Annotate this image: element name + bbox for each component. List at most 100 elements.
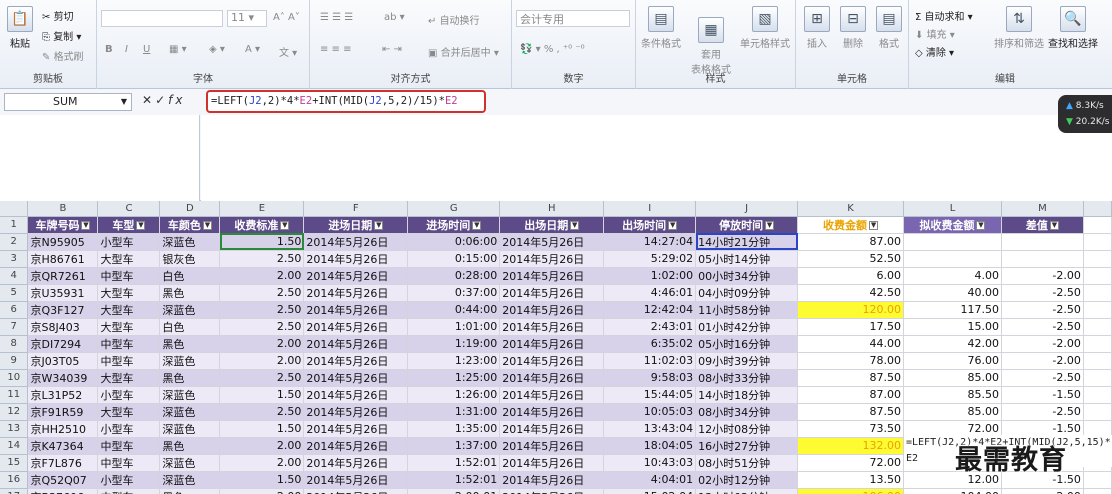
cell-c[interactable]: 大型车 xyxy=(97,284,161,302)
cell-k[interactable]: 13.50 xyxy=(797,471,905,489)
cell-d[interactable]: 黑色 xyxy=(159,437,221,455)
cell-e[interactable]: 1.50 xyxy=(219,471,305,489)
cell-k[interactable]: 72.00 xyxy=(797,454,905,472)
number-format-select[interactable]: 会计专用 xyxy=(516,10,630,27)
cell-d[interactable]: 深蓝色 xyxy=(159,352,221,370)
column-header-c[interactable]: C xyxy=(97,201,161,217)
cell-c[interactable]: 大型车 xyxy=(97,301,161,319)
cell-g[interactable]: 0:15:00 xyxy=(407,250,501,268)
cell-b[interactable]: 京S8J403 xyxy=(27,318,99,336)
cell-j[interactable]: 08小时51分钟 xyxy=(695,454,799,472)
cell-j[interactable]: 04小时09分钟 xyxy=(695,284,799,302)
row-header[interactable]: 6 xyxy=(0,301,29,319)
cell-c[interactable]: 中型车 xyxy=(97,488,161,494)
row-header[interactable]: 9 xyxy=(0,352,29,370)
cell-d[interactable]: 白色 xyxy=(159,318,221,336)
cell-k[interactable]: 78.00 xyxy=(797,352,905,370)
cell-e[interactable]: 2.50 xyxy=(219,284,305,302)
cell-f[interactable]: 2014年5月26日 xyxy=(303,233,409,251)
cell-i[interactable]: 15:02:04 xyxy=(603,488,697,494)
header-cell[interactable]: 出场日期 ▼ xyxy=(499,216,605,234)
cell-e[interactable]: 2.50 xyxy=(219,403,305,421)
cell-j[interactable]: 08小时33分钟 xyxy=(695,369,799,387)
cell-j[interactable]: 12小时08分钟 xyxy=(695,420,799,438)
cell-b[interactable]: 京W34039 xyxy=(27,369,99,387)
cell-i[interactable]: 18:04:05 xyxy=(603,437,697,455)
cell-c[interactable]: 中型车 xyxy=(97,437,161,455)
header-cell[interactable]: 进场时间 ▼ xyxy=(407,216,501,234)
cell-f[interactable]: 2014年5月26日 xyxy=(303,403,409,421)
cell-j[interactable]: 05小时16分钟 xyxy=(695,335,799,353)
wrap-text-button[interactable]: ↵ 自动换行 xyxy=(428,12,480,27)
name-box[interactable]: SUM ▼ xyxy=(4,93,132,111)
cell-j[interactable]: 16小时27分钟 xyxy=(695,437,799,455)
cell-g[interactable]: 1:26:00 xyxy=(407,386,501,404)
cell-k[interactable]: 73.50 xyxy=(797,420,905,438)
chevron-down-icon[interactable]: ▼ xyxy=(121,94,127,110)
cell-f[interactable]: 2014年5月26日 xyxy=(303,386,409,404)
filter-dropdown-icon[interactable]: ▼ xyxy=(202,221,212,230)
orientation-icon[interactable]: ab ▾ xyxy=(384,12,405,23)
column-header-d[interactable]: D xyxy=(159,201,221,217)
cell-f[interactable]: 2014年5月26日 xyxy=(303,437,409,455)
italic-button[interactable]: I xyxy=(125,44,128,55)
cell-f[interactable]: 2014年5月26日 xyxy=(303,318,409,336)
row-header[interactable]: 14 xyxy=(0,437,29,455)
filter-dropdown-icon[interactable]: ▼ xyxy=(136,221,146,230)
cell-g[interactable]: 1:52:01 xyxy=(407,454,501,472)
row-header[interactable]: 10 xyxy=(0,369,29,387)
cell-k[interactable]: 87.00 xyxy=(797,233,905,251)
cell-f[interactable]: 2014年5月26日 xyxy=(303,267,409,285)
find-select-button[interactable]: 🔍 查找和选择 xyxy=(1045,6,1101,50)
cell-d[interactable]: 黑色 xyxy=(159,284,221,302)
cell-b[interactable]: 京K47364 xyxy=(27,437,99,455)
cell-b[interactable]: 京Q52Q07 xyxy=(27,471,99,489)
row-header[interactable]: 8 xyxy=(0,335,29,353)
cell-f[interactable]: 2014年5月26日 xyxy=(303,250,409,268)
cell-k[interactable]: 17.50 xyxy=(797,318,905,336)
cell-c[interactable]: 大型车 xyxy=(97,369,161,387)
cell-m[interactable]: -1.50 xyxy=(1001,386,1084,404)
cell-e[interactable]: 2.00 xyxy=(219,267,305,285)
bold-button[interactable]: B xyxy=(105,44,113,55)
cell-j[interactable]: 01小时42分钟 xyxy=(695,318,799,336)
cell-b[interactable]: 京U35931 xyxy=(27,284,99,302)
align-top-icon[interactable]: ☰ ☰ ☰ xyxy=(320,12,353,23)
select-all-corner[interactable] xyxy=(0,201,29,217)
filter-dropdown-icon[interactable]: ▼ xyxy=(570,221,580,230)
cell-g[interactable]: 1:52:01 xyxy=(407,471,501,489)
cell-g[interactable]: 1:25:00 xyxy=(407,369,501,387)
header-cell[interactable]: 进场日期 ▼ xyxy=(303,216,409,234)
cell-i[interactable]: 6:35:02 xyxy=(603,335,697,353)
cell-g[interactable]: 1:35:00 xyxy=(407,420,501,438)
column-header-m[interactable]: M xyxy=(1001,201,1084,217)
cell-j[interactable]: 08小时34分钟 xyxy=(695,403,799,421)
cell-k[interactable]: 6.00 xyxy=(797,267,905,285)
cell-f[interactable]: 2014年5月26日 xyxy=(303,488,409,494)
cell-g[interactable]: 1:19:00 xyxy=(407,335,501,353)
row-header[interactable]: 2 xyxy=(0,233,29,251)
cell-e[interactable]: 1.50 xyxy=(219,233,305,251)
cell-e[interactable]: 2.50 xyxy=(219,369,305,387)
cell-b[interactable]: 京L31P52 xyxy=(27,386,99,404)
cell-h[interactable]: 2014年5月26日 xyxy=(499,233,605,251)
format-painter-button[interactable]: ✎ 格式刷 xyxy=(42,48,84,63)
cell-k[interactable]: 132.00 xyxy=(797,437,905,455)
header-cell[interactable]: 拟收费金额 ▼ xyxy=(903,216,1002,234)
cell-g[interactable]: 0:28:00 xyxy=(407,267,501,285)
cell-l[interactable]: 42.00 xyxy=(903,335,1002,353)
cell-e[interactable]: 2.00 xyxy=(219,335,305,353)
cell-b[interactable]: 京DI7294 xyxy=(27,335,99,353)
cell-e[interactable]: 2.00 xyxy=(219,352,305,370)
filter-dropdown-icon[interactable]: ▼ xyxy=(869,221,879,230)
column-header-i[interactable]: I xyxy=(603,201,697,217)
cell-f[interactable]: 2014年5月26日 xyxy=(303,471,409,489)
cell-m[interactable]: -2.00 xyxy=(1001,267,1084,285)
cell-f[interactable]: 2014年5月26日 xyxy=(303,352,409,370)
cell-i[interactable]: 10:43:03 xyxy=(603,454,697,472)
currency-icon[interactable]: 💱 ▾ % , ⁺⁰ ⁻⁰ xyxy=(520,44,585,55)
cell-i[interactable]: 11:02:03 xyxy=(603,352,697,370)
cell-m[interactable]: -2.00 xyxy=(1001,488,1084,494)
cell-h[interactable]: 2014年5月26日 xyxy=(499,471,605,489)
cell-l[interactable]: 76.00 xyxy=(903,352,1002,370)
